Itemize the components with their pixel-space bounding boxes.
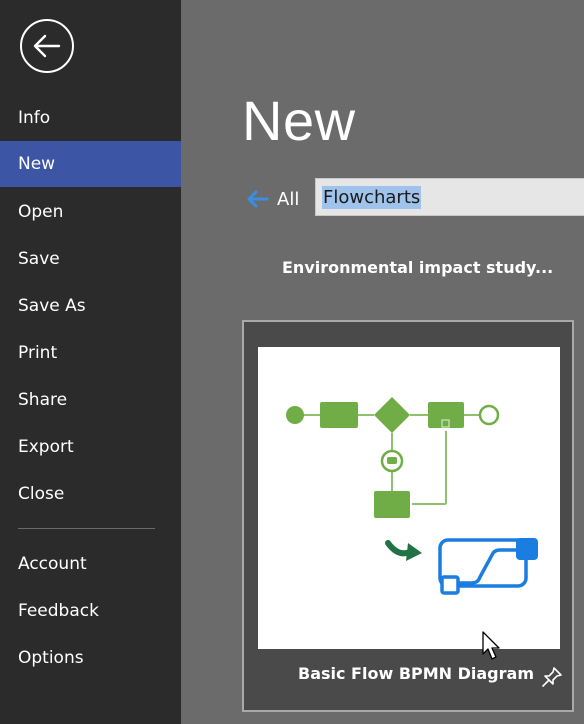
pin-icon[interactable]: [540, 665, 564, 689]
template-thumbnail: [258, 347, 560, 649]
sidebar-item-label: Share: [18, 390, 68, 410]
sidebar-item-label: Print: [18, 343, 58, 363]
sidebar-item-label: Account: [18, 554, 87, 574]
sidebar-item-options[interactable]: Options: [0, 635, 181, 681]
sidebar: Info New Open Save Save As Print Share E…: [0, 0, 181, 724]
search-input[interactable]: Flowcharts: [315, 178, 584, 216]
all-link-label: All: [277, 188, 300, 210]
page-title: New: [242, 89, 356, 152]
sidebar-item-label: Feedback: [18, 601, 99, 621]
sidebar-item-feedback[interactable]: Feedback: [0, 588, 181, 634]
sidebar-item-label: New: [18, 154, 56, 174]
sidebar-item-label: Save: [18, 249, 60, 269]
sidebar-item-print[interactable]: Print: [0, 330, 181, 376]
sidebar-item-share[interactable]: Share: [0, 377, 181, 423]
flowchart-icon: [286, 397, 538, 595]
sidebar-item-label: Open: [18, 202, 64, 222]
sidebar-item-close[interactable]: Close: [0, 471, 181, 517]
sidebar-item-label: Export: [18, 437, 74, 457]
sidebar-divider: [18, 528, 155, 529]
section-title: Environmental impact study...: [282, 258, 554, 277]
template-card-label: Basic Flow BPMN Diagram: [298, 664, 534, 683]
back-arrow-icon[interactable]: [19, 18, 75, 74]
left-arrow-icon: [247, 190, 269, 208]
sidebar-item-label: Options: [18, 648, 84, 668]
sidebar-item-label: Info: [18, 108, 51, 128]
sidebar-item-open[interactable]: Open: [0, 189, 181, 235]
sidebar-item-save-as[interactable]: Save As: [0, 283, 181, 329]
sidebar-item-label: Save As: [18, 296, 86, 316]
sidebar-item-export[interactable]: Export: [0, 424, 181, 470]
sidebar-item-info[interactable]: Info: [0, 95, 181, 141]
sidebar-item-new[interactable]: New: [0, 141, 181, 187]
sidebar-item-label: Close: [18, 484, 65, 504]
template-card[interactable]: Basic Flow BPMN Diagram: [242, 320, 574, 712]
sidebar-item-account[interactable]: Account: [0, 541, 181, 587]
all-templates-link[interactable]: All: [245, 182, 299, 216]
sidebar-item-save[interactable]: Save: [0, 236, 181, 282]
search-value: Flowcharts: [322, 185, 422, 209]
